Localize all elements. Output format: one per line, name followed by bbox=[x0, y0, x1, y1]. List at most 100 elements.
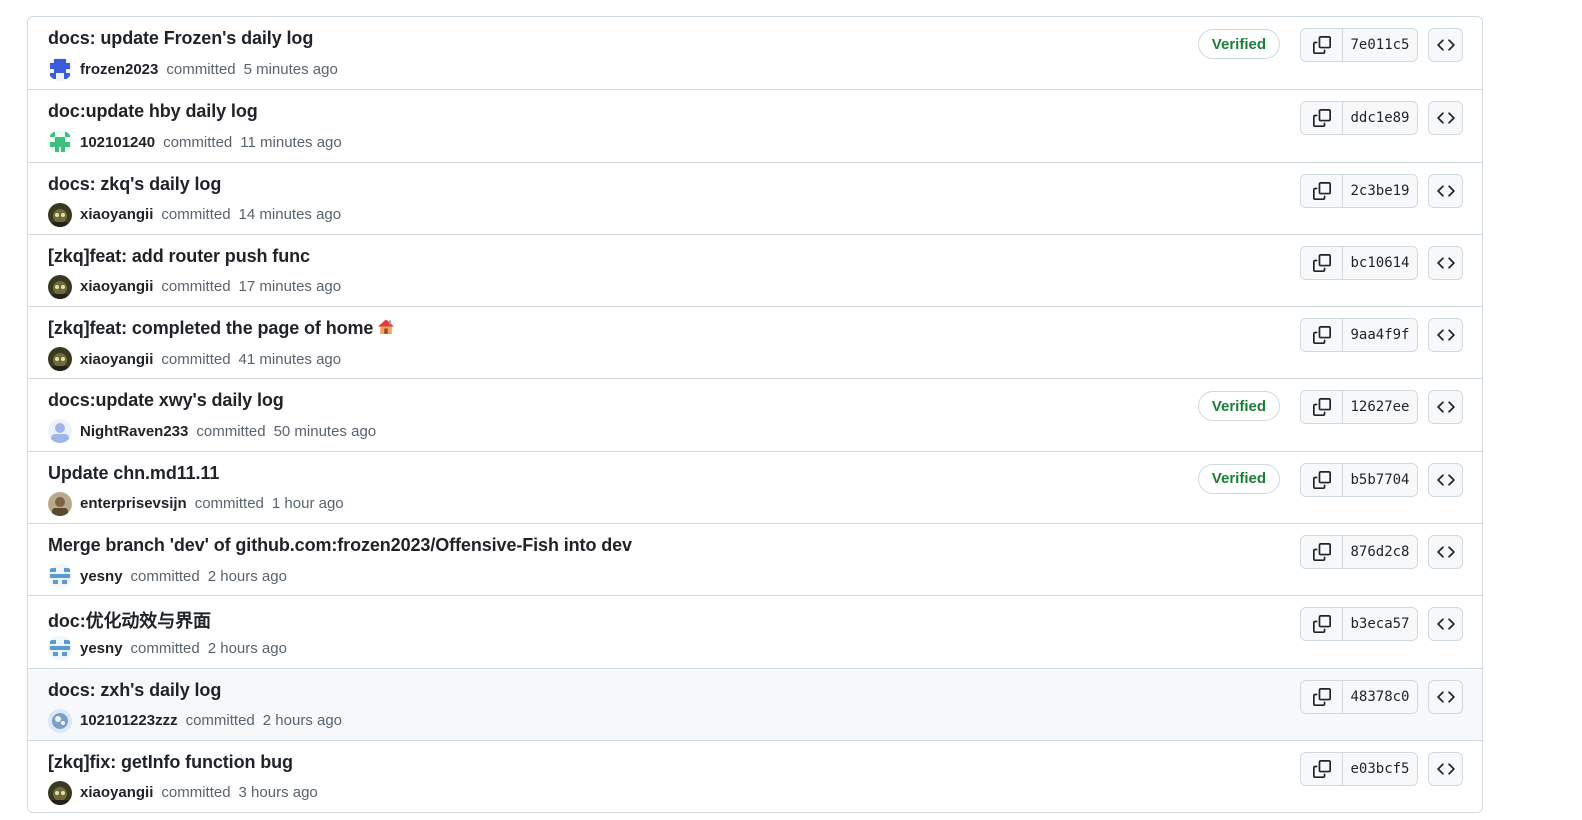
browse-repo-button[interactable] bbox=[1428, 318, 1463, 353]
avatar[interactable] bbox=[48, 564, 72, 589]
sha-group: 9aa4f9f bbox=[1300, 318, 1418, 353]
commit-meta: enterprisevsijn committed 1 hour ago bbox=[48, 491, 344, 516]
commit-title-link[interactable]: [zkq]feat: completed the page of home bbox=[48, 318, 395, 341]
verified-badge[interactable]: Verified bbox=[1197, 391, 1280, 422]
commit-row: Merge branch 'dev' of github.com:frozen2… bbox=[28, 523, 1482, 596]
browse-repo-button[interactable] bbox=[1428, 101, 1463, 136]
copy-icon bbox=[1312, 470, 1331, 489]
sha-group: 876d2c8 bbox=[1300, 535, 1418, 570]
browse-repo-button[interactable] bbox=[1428, 462, 1463, 497]
author-link[interactable]: xiaoyangii bbox=[80, 206, 153, 223]
sha-group: b5b7704 bbox=[1300, 462, 1418, 497]
avatar[interactable] bbox=[48, 780, 72, 805]
copy-sha-button[interactable] bbox=[1301, 319, 1343, 352]
copy-icon bbox=[1312, 36, 1331, 54]
commit-sha-link[interactable]: b3eca57 bbox=[1343, 608, 1417, 641]
avatar[interactable] bbox=[48, 636, 72, 661]
commit-title-link[interactable]: Merge branch 'dev' of github.com:frozen2… bbox=[48, 535, 632, 556]
commit-sha-link[interactable]: 48378c0 bbox=[1343, 680, 1417, 713]
copy-sha-button[interactable] bbox=[1301, 752, 1343, 785]
browse-repo-button[interactable] bbox=[1428, 751, 1463, 786]
avatar[interactable] bbox=[48, 130, 72, 155]
author-link[interactable]: yesny bbox=[80, 640, 123, 657]
commit-sha-link[interactable]: b5b7704 bbox=[1343, 463, 1417, 496]
code-icon bbox=[1436, 329, 1455, 341]
commit-sha-link[interactable]: 2c3be19 bbox=[1343, 174, 1417, 207]
copy-sha-button[interactable] bbox=[1301, 463, 1343, 496]
commit-sha-link[interactable]: ddc1e89 bbox=[1343, 102, 1417, 135]
copy-sha-button[interactable] bbox=[1301, 174, 1343, 207]
author-link[interactable]: xiaoyangii bbox=[80, 351, 153, 368]
copy-sha-button[interactable] bbox=[1301, 246, 1343, 279]
commit-title-link[interactable]: doc:优化动效与界面 bbox=[48, 607, 211, 633]
copy-sha-button[interactable] bbox=[1301, 29, 1343, 61]
sha-group: 48378c0 bbox=[1300, 679, 1418, 714]
commit-row: docs: zxh's daily log 102101223zzz commi… bbox=[28, 667, 1482, 740]
avatar[interactable] bbox=[48, 347, 72, 372]
copy-icon bbox=[1312, 543, 1331, 562]
code-icon bbox=[1436, 39, 1455, 51]
commit-title-link[interactable]: doc:update hby daily log bbox=[48, 101, 258, 122]
copy-sha-button[interactable] bbox=[1301, 391, 1343, 424]
author-link[interactable]: 102101240 bbox=[80, 134, 155, 151]
commit-time: 50 minutes ago bbox=[273, 422, 377, 440]
browse-repo-button[interactable] bbox=[1428, 245, 1463, 280]
commit-title-link[interactable]: [zkq]fix: getInfo function bug bbox=[48, 752, 293, 773]
avatar[interactable] bbox=[48, 419, 72, 444]
commit-time: 3 hours ago bbox=[238, 784, 318, 802]
author-link[interactable]: frozen2023 bbox=[80, 61, 158, 78]
copy-sha-button[interactable] bbox=[1301, 102, 1343, 135]
copy-sha-button[interactable] bbox=[1301, 608, 1343, 641]
commit-sha-link[interactable]: 7e011c5 bbox=[1343, 29, 1417, 61]
copy-sha-button[interactable] bbox=[1301, 536, 1343, 569]
avatar[interactable] bbox=[48, 57, 72, 81]
commit-title-link[interactable]: docs: update Frozen's daily log bbox=[48, 28, 313, 49]
author-link[interactable]: xiaoyangii bbox=[80, 278, 153, 295]
commit-meta: xiaoyangii committed 41 minutes ago bbox=[48, 347, 342, 372]
browse-repo-button[interactable] bbox=[1428, 390, 1463, 425]
commit-time: 2 hours ago bbox=[262, 712, 343, 730]
browse-repo-button[interactable] bbox=[1428, 607, 1463, 642]
commit-verb: committed bbox=[161, 206, 231, 224]
commit-title-link[interactable]: docs: zxh's daily log bbox=[48, 680, 221, 701]
avatar[interactable] bbox=[48, 491, 72, 516]
avatar[interactable] bbox=[48, 202, 72, 227]
code-icon bbox=[1436, 763, 1455, 775]
commit-meta: xiaoyangii committed 14 minutes ago bbox=[48, 202, 341, 227]
code-icon bbox=[1436, 184, 1455, 197]
commit-row: docs: update Frozen's daily log frozen20… bbox=[28, 17, 1482, 90]
commit-sha-link[interactable]: 12627ee bbox=[1343, 391, 1417, 424]
verified-badge[interactable]: Verified bbox=[1197, 29, 1280, 59]
commit-sha-link[interactable]: e03bcf5 bbox=[1343, 752, 1417, 785]
commit-sha-link[interactable]: 876d2c8 bbox=[1343, 536, 1417, 569]
verified-badge[interactable]: Verified bbox=[1197, 463, 1280, 494]
commit-meta: NightRaven233 committed 50 minutes ago bbox=[48, 419, 377, 444]
code-icon bbox=[1436, 474, 1455, 486]
commit-title-link[interactable]: docs: zkq's daily log bbox=[48, 174, 221, 195]
sha-group: e03bcf5 bbox=[1300, 751, 1418, 786]
commit-time: 41 minutes ago bbox=[238, 350, 342, 368]
copy-sha-button[interactable] bbox=[1301, 680, 1343, 713]
copy-icon bbox=[1312, 759, 1331, 778]
author-link[interactable]: 102101223zzz bbox=[80, 712, 178, 729]
copy-icon bbox=[1312, 253, 1331, 272]
commit-title-link[interactable]: docs:update xwy's daily log bbox=[48, 390, 284, 411]
author-link[interactable]: xiaoyangii bbox=[80, 784, 153, 801]
commit-title-link[interactable]: Update chn.md11.11 bbox=[48, 463, 219, 484]
commit-row: doc:优化动效与界面 yesny committed 2 hours ago … bbox=[28, 595, 1482, 668]
browse-repo-button[interactable] bbox=[1428, 679, 1463, 714]
avatar[interactable] bbox=[48, 708, 72, 733]
browse-repo-button[interactable] bbox=[1428, 173, 1463, 208]
commit-title-link[interactable]: [zkq]feat: add router push func bbox=[48, 246, 310, 267]
author-link[interactable]: yesny bbox=[80, 568, 123, 585]
commit-row: [zkq]fix: getInfo function bug xiaoyangi… bbox=[28, 739, 1482, 813]
commit-sha-link[interactable]: 9aa4f9f bbox=[1343, 319, 1417, 352]
commit-meta: 102101223zzz committed 2 hours ago bbox=[48, 708, 343, 733]
browse-repo-button[interactable] bbox=[1428, 535, 1463, 570]
author-link[interactable]: NightRaven233 bbox=[80, 423, 188, 440]
browse-repo-button[interactable] bbox=[1428, 28, 1463, 62]
commit-sha-link[interactable]: bc10614 bbox=[1343, 246, 1417, 279]
commit-time: 2 hours ago bbox=[207, 639, 287, 657]
avatar[interactable] bbox=[48, 274, 72, 299]
author-link[interactable]: enterprisevsijn bbox=[80, 495, 187, 512]
